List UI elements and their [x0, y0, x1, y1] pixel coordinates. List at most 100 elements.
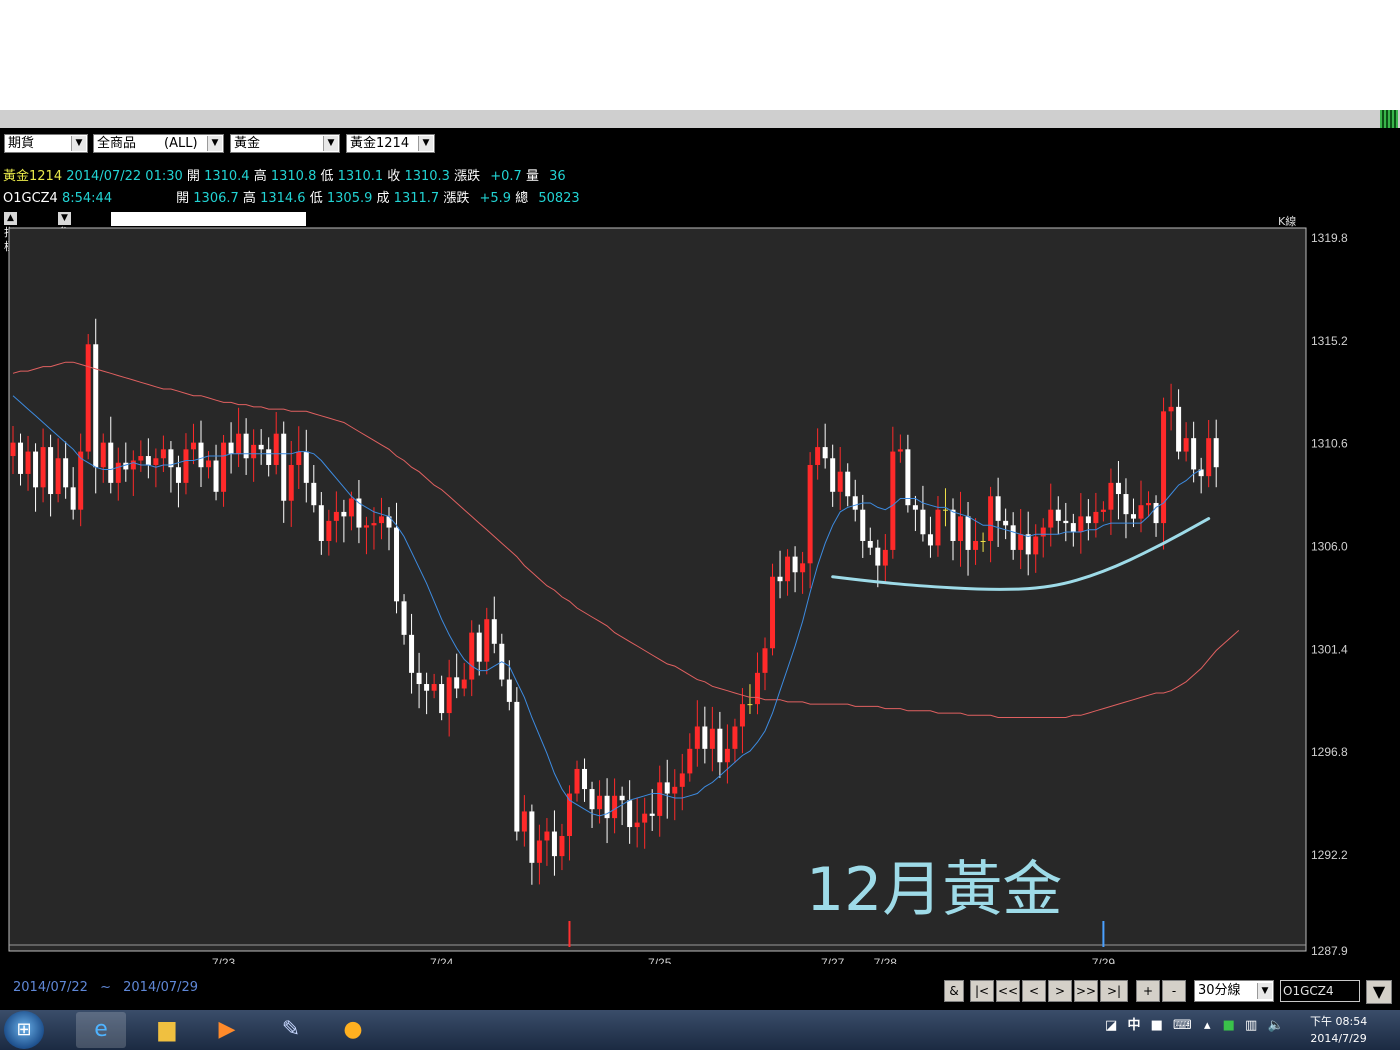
keyboard-icon[interactable]: ⌨	[1173, 1018, 1192, 1033]
dropdown-arrow-icon[interactable]: ▼	[1257, 983, 1272, 999]
candle-body	[574, 768, 580, 794]
back-button[interactable]: <	[1022, 980, 1046, 1002]
candlestick-chart[interactable]: 1319.8 1315.2 1310.6 1306.0 1301.4 1296.8 1292…	[0, 224, 1400, 964]
candle-body	[213, 460, 219, 492]
windows-start-icon[interactable]: ⊞	[4, 1011, 44, 1049]
candle-body	[1093, 511, 1099, 524]
fast-back-button[interactable]: <<	[996, 980, 1020, 1002]
amp-button[interactable]: &	[944, 980, 964, 1002]
candle-body	[988, 496, 994, 541]
x-tick-label: 7/28	[874, 956, 898, 964]
x-tick-label: 7/24	[430, 956, 454, 964]
candle-body	[243, 433, 249, 459]
candle-body	[732, 726, 738, 749]
candle-body	[183, 449, 189, 483]
last-button[interactable]: >|	[1100, 980, 1128, 1002]
clock[interactable]: 下午 08:54 2014/7/29	[1310, 1013, 1367, 1047]
candle-body	[333, 511, 339, 521]
candle-body	[958, 516, 964, 541]
candle-body	[927, 534, 933, 546]
candle-body	[792, 556, 798, 573]
candle-body	[867, 540, 873, 548]
candle-body	[807, 464, 813, 564]
dropdown-arrow-icon[interactable]: ▼	[418, 136, 433, 151]
first-button[interactable]: |<	[970, 980, 994, 1002]
navigation-bar: 2014/07/22 ~ 2014/07/29 & |< << < > >> >…	[0, 978, 1400, 1010]
candle-body	[25, 451, 31, 474]
symbol-input[interactable]: O1GCZ4	[1280, 980, 1360, 1002]
candle-body	[875, 547, 881, 566]
candle-body	[85, 344, 91, 452]
candle-body	[822, 447, 828, 459]
candle-body	[93, 344, 99, 468]
candle-body	[446, 677, 452, 714]
candle-body	[664, 782, 670, 794]
y-tick-label: 1310.6	[1311, 437, 1348, 451]
candle-body	[138, 456, 144, 461]
resize-grip-icon[interactable]	[1380, 110, 1398, 128]
app-icon[interactable]: ✎	[266, 1012, 316, 1048]
trading-chart-window: 期貨 ▼ 全商品 (ALL) ▼ 黃金 ▼ 黃金1214 ▼ 黃金1214 20…	[0, 128, 1400, 1010]
forward-button[interactable]: >	[1048, 980, 1072, 1002]
close-value: 1310.3	[404, 169, 450, 184]
scroll-down-button[interactable]: ▼	[1366, 980, 1392, 1004]
ime-mode[interactable]: 中	[1127, 1018, 1140, 1033]
candle-body	[145, 456, 151, 465]
candle-body	[198, 442, 204, 468]
network-icon[interactable]: ▥	[1245, 1018, 1257, 1033]
candle-body	[559, 836, 565, 857]
candle-body	[378, 516, 384, 524]
candle-body	[815, 447, 821, 465]
candle-body	[995, 496, 1001, 521]
candle-body	[597, 795, 603, 810]
contract-select[interactable]: 黃金1214 ▼	[346, 134, 435, 153]
candle-body	[363, 525, 369, 528]
close-label: 成	[376, 191, 390, 206]
open-label: 開	[176, 191, 190, 206]
ime-icon[interactable]: ◪	[1105, 1018, 1117, 1033]
period-select[interactable]: 30分線 ▼	[1194, 980, 1274, 1002]
candle-body	[551, 831, 557, 857]
candle-body	[514, 701, 520, 832]
fast-forward-button[interactable]: >>	[1074, 980, 1098, 1002]
quote-time: 2014/07/22 01:30	[66, 169, 183, 184]
folder-icon[interactable]: ▆	[142, 1012, 192, 1048]
product-group-select[interactable]: 全商品 (ALL) ▼	[93, 134, 224, 153]
ie-icon[interactable]: e	[76, 1012, 126, 1048]
candle-body	[935, 509, 941, 546]
candle-body	[1048, 509, 1054, 528]
candle-body	[1138, 505, 1144, 519]
commodity-select[interactable]: 黃金 ▼	[230, 134, 340, 153]
open-label: 開	[186, 169, 200, 184]
candle-body	[1025, 534, 1031, 555]
volume-icon[interactable]: 🔈	[1267, 1018, 1283, 1033]
zoom-out-button[interactable]: -	[1162, 980, 1186, 1002]
candle-body	[431, 684, 437, 691]
candle-body	[190, 442, 196, 450]
candle-body	[1078, 516, 1084, 533]
candle-body	[912, 505, 918, 510]
candle-body	[266, 449, 272, 465]
date-from: 2014/07/22	[13, 980, 88, 995]
dropdown-arrow-icon[interactable]: ▼	[207, 136, 222, 151]
candle-body	[221, 442, 227, 492]
chat-icon[interactable]: ●	[328, 1012, 378, 1048]
tray-icon[interactable]: ■	[1151, 1018, 1163, 1033]
dropdown-arrow-icon[interactable]: ▼	[71, 136, 86, 151]
candle-body	[529, 811, 535, 863]
market-select[interactable]: 期貨 ▼	[4, 134, 88, 153]
quote-row-1: 黃金1214 2014/07/22 01:30 開 1310.4 高 1310.…	[3, 165, 566, 184]
candle-body	[642, 813, 648, 823]
media-player-icon[interactable]: ▶	[202, 1012, 252, 1048]
candle-body	[33, 451, 39, 488]
product-group-value: 全商品	[97, 136, 137, 151]
tray-expand-icon[interactable]: ▴	[1204, 1018, 1211, 1033]
candle-body	[1146, 502, 1152, 506]
dropdown-arrow-icon[interactable]: ▼	[323, 136, 338, 151]
zoom-in-button[interactable]: +	[1136, 980, 1160, 1002]
candle-body	[1033, 536, 1039, 555]
candle-body	[100, 442, 106, 468]
candle-body	[627, 800, 633, 828]
y-tick-label: 1315.2	[1311, 334, 1348, 348]
line-app-icon[interactable]: ■	[1223, 1018, 1235, 1033]
